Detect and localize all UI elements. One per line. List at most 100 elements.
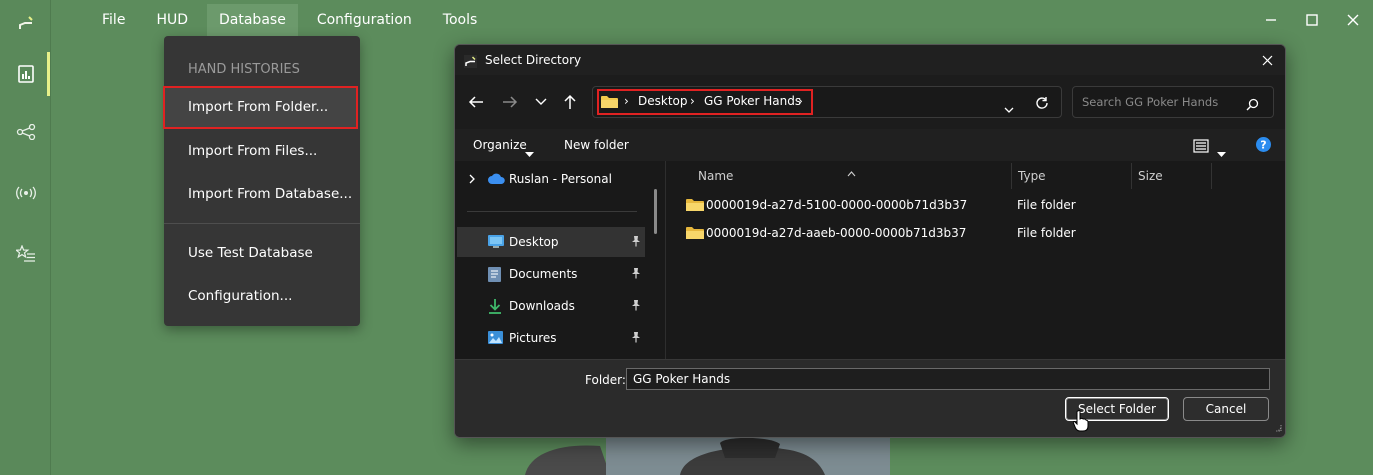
configuration-item[interactable]: Configuration... xyxy=(164,275,360,318)
documents-icon xyxy=(488,267,504,282)
import-from-database-item[interactable]: Import From Database... xyxy=(164,173,360,216)
breadcrumb-separator-icon: › xyxy=(798,94,803,108)
cancel-button[interactable]: Cancel xyxy=(1183,397,1269,421)
organize-button[interactable]: Organize xyxy=(473,138,527,152)
dropdown-divider xyxy=(164,223,360,224)
menu-database[interactable]: Database xyxy=(207,4,298,36)
search-input[interactable]: Search GG Poker Hands xyxy=(1082,95,1218,109)
folder-icon xyxy=(686,226,704,240)
breadcrumb-gg-poker-hands[interactable]: GG Poker Hands xyxy=(704,94,801,108)
nav-item-onedrive[interactable]: Ruslan - Personal xyxy=(457,163,645,193)
back-arrow-icon[interactable] xyxy=(465,92,487,112)
active-rail-indicator xyxy=(47,52,50,96)
refresh-icon[interactable] xyxy=(1035,95,1049,114)
nav-label-downloads: Downloads xyxy=(509,299,575,313)
file-name: 0000019d-a27d-aaeb-0000-0000b71d3b37 xyxy=(706,226,967,240)
desktop-icon xyxy=(488,235,504,249)
report-icon[interactable] xyxy=(0,59,51,89)
organize-chevron-icon[interactable] xyxy=(525,143,534,162)
expand-chevron-icon[interactable] xyxy=(469,173,476,187)
column-separator[interactable] xyxy=(1131,163,1132,189)
folder-name-field[interactable]: GG Poker Hands xyxy=(626,368,1270,390)
column-separator[interactable] xyxy=(1211,163,1212,189)
file-type: File folder xyxy=(1017,198,1076,212)
recent-locations-chevron-icon[interactable] xyxy=(530,92,552,112)
share-nodes-icon[interactable] xyxy=(0,117,51,147)
dropdown-section-header: HAND HISTORIES xyxy=(188,62,300,77)
left-rail xyxy=(0,0,51,475)
hand-cursor-icon xyxy=(1072,410,1089,436)
breadcrumb-separator-icon: › xyxy=(624,94,629,108)
dialog-content: Ruslan - Personal Desktop Documents Down… xyxy=(455,161,1285,359)
up-arrow-icon[interactable] xyxy=(559,92,581,112)
menu-configuration[interactable]: Configuration xyxy=(305,4,424,36)
starred-list-icon[interactable] xyxy=(0,239,51,269)
cloud-icon xyxy=(488,173,505,187)
sort-ascending-icon xyxy=(847,162,856,181)
search-box[interactable]: Search GG Poker Hands xyxy=(1072,86,1274,118)
file-type: File folder xyxy=(1017,226,1076,240)
minimize-icon[interactable] xyxy=(1250,0,1291,40)
pin-icon[interactable] xyxy=(631,299,643,313)
pin-icon[interactable] xyxy=(631,331,643,345)
address-dropdown-chevron-icon[interactable] xyxy=(1004,99,1014,118)
folder-label: Folder: xyxy=(585,373,626,387)
address-bar[interactable]: › Desktop › GG Poker Hands › xyxy=(592,86,1062,118)
use-test-database-item[interactable]: Use Test Database xyxy=(164,232,360,275)
dialog-toolbar: Organize New folder ? xyxy=(455,129,1285,161)
breadcrumb-desktop[interactable]: Desktop xyxy=(638,94,688,108)
nav-item-pictures[interactable]: Pictures xyxy=(457,323,645,353)
nav-label-pictures: Pictures xyxy=(509,331,557,345)
table-row[interactable]: 0000019d-a27d-aaeb-0000-0000b71d3b37 Fil… xyxy=(667,220,1285,248)
navigation-bar: › Desktop › GG Poker Hands › Search GG P… xyxy=(455,75,1285,129)
menu-bar: File HUD Database Configuration Tools xyxy=(90,4,496,36)
nav-account-label: Ruslan - Personal xyxy=(509,172,612,186)
new-folder-button[interactable]: New folder xyxy=(564,138,629,152)
dialog-footer: Folder: GG Poker Hands Select Folder Can… xyxy=(455,359,1285,437)
search-icon xyxy=(1246,96,1259,115)
import-from-files-item[interactable]: Import From Files... xyxy=(164,130,360,173)
column-header-name[interactable]: Name xyxy=(698,169,733,183)
pin-icon[interactable] xyxy=(631,267,643,281)
file-name: 0000019d-a27d-5100-0000-0000b71d3b37 xyxy=(706,198,968,212)
window-controls xyxy=(1250,0,1373,40)
menu-tools[interactable]: Tools xyxy=(431,4,490,36)
table-row[interactable]: 0000019d-a27d-5100-0000-0000b71d3b37 Fil… xyxy=(667,192,1285,220)
dialog-titlebar: Select Directory xyxy=(455,45,1285,75)
view-chevron-icon[interactable] xyxy=(1217,143,1226,162)
database-dropdown-menu: HAND HISTORIES Import From Folder... Imp… xyxy=(163,36,360,326)
nav-divider xyxy=(467,211,637,212)
nav-label-documents: Documents xyxy=(509,267,578,281)
import-from-folder-item[interactable]: Import From Folder... xyxy=(163,86,358,129)
select-directory-dialog: Select Directory › Desktop › GG Poker Ha… xyxy=(454,44,1286,438)
menu-file[interactable]: File xyxy=(90,4,137,36)
nav-item-documents[interactable]: Documents xyxy=(457,259,645,289)
file-list-pane: Name Type Size 0000019d-a27d-5100-0000-0… xyxy=(667,161,1285,359)
view-options-icon[interactable] xyxy=(1193,138,1209,157)
resize-grip-icon[interactable] xyxy=(1274,417,1282,436)
nav-label-desktop: Desktop xyxy=(509,235,559,249)
dialog-close-icon[interactable] xyxy=(1257,51,1277,69)
help-icon[interactable]: ? xyxy=(1256,137,1271,156)
column-header-type[interactable]: Type xyxy=(1018,169,1046,183)
folder-icon xyxy=(601,94,618,108)
download-icon xyxy=(488,299,504,314)
pin-icon[interactable] xyxy=(631,235,643,249)
column-header-size[interactable]: Size xyxy=(1138,169,1163,183)
column-separator[interactable] xyxy=(1011,163,1012,189)
nav-item-downloads[interactable]: Downloads xyxy=(457,291,645,321)
maximize-icon[interactable] xyxy=(1291,0,1332,40)
logo-icon xyxy=(0,8,51,38)
broadcast-icon[interactable] xyxy=(0,178,51,208)
nav-item-desktop[interactable]: Desktop xyxy=(457,227,645,257)
folder-icon xyxy=(686,198,704,212)
navigation-pane: Ruslan - Personal Desktop Documents Down… xyxy=(455,161,666,359)
menu-hud[interactable]: HUD xyxy=(144,4,200,36)
close-icon[interactable] xyxy=(1332,0,1373,40)
forward-arrow-icon[interactable] xyxy=(499,92,521,112)
app-logo-icon xyxy=(464,53,477,68)
dialog-title: Select Directory xyxy=(485,53,582,67)
background-illustration xyxy=(520,437,890,475)
breadcrumb-separator-icon: › xyxy=(690,94,695,108)
nav-scrollbar[interactable] xyxy=(654,189,657,234)
